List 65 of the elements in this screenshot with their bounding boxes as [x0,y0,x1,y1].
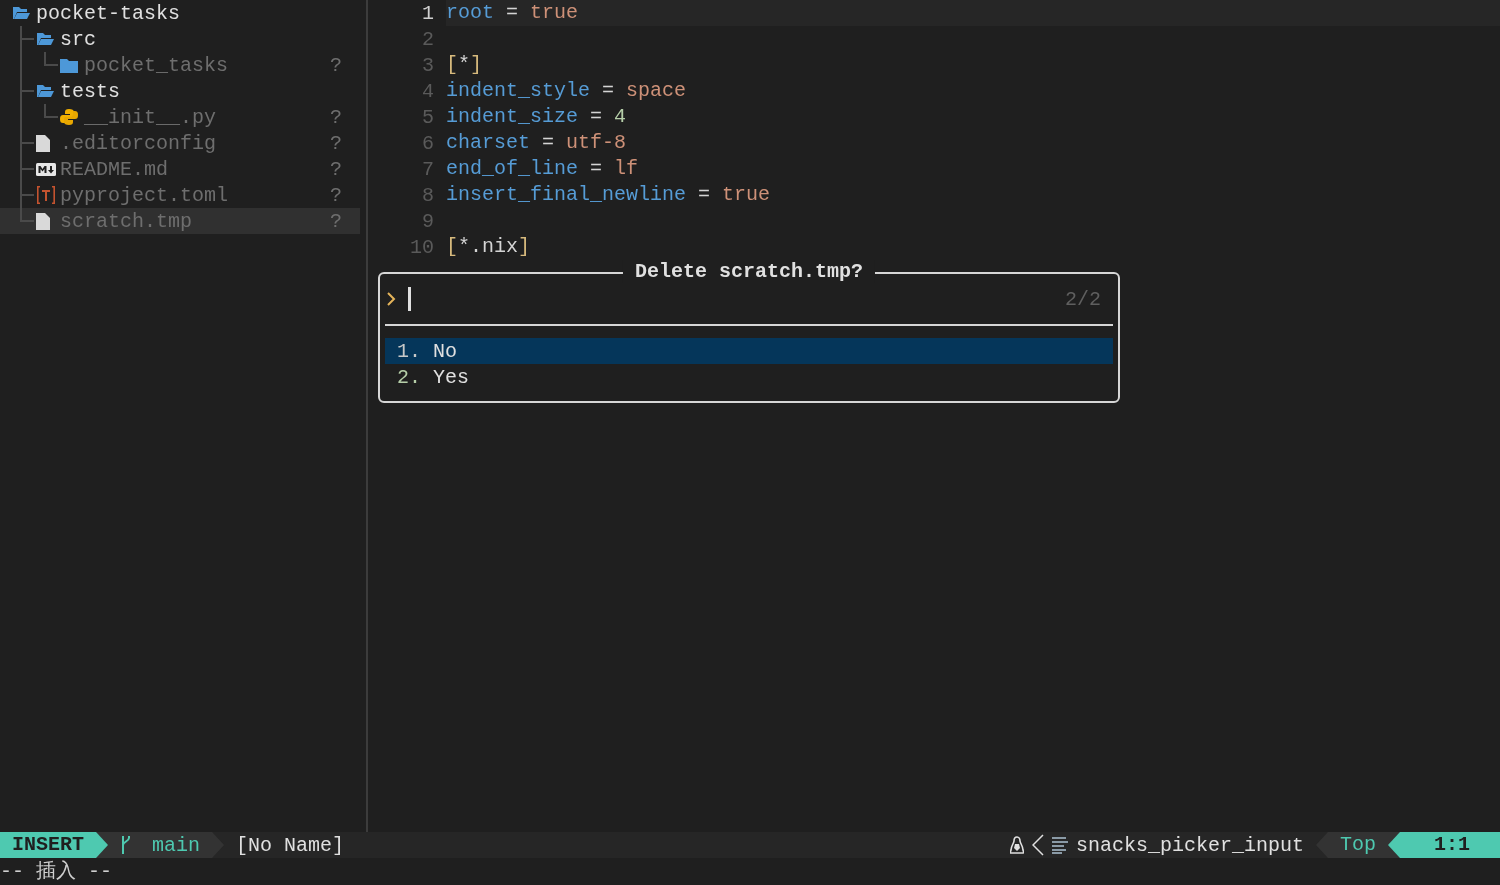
git-status: ? [330,157,342,181]
line-number: 1 [421,1,434,25]
text-lines-icon [1051,836,1068,854]
prompt-chevron-icon [387,292,396,306]
branch-name: main [152,833,201,857]
git-status: ? [330,53,342,77]
git-status: ? [330,105,342,129]
tree-row[interactable]: src [0,26,360,52]
tree-row[interactable]: README.md ? [0,156,360,182]
file-name: __init__.py [84,105,217,129]
mode-message: -- 插入 -- [0,860,112,883]
line-number: 2 [421,27,434,51]
code-line: [*] [446,52,484,78]
cursor-position: 1:1 [1388,832,1500,858]
markdown-icon [36,162,56,176]
git-status: ? [330,131,342,155]
file-name: scratch.tmp [60,209,193,233]
toml-icon [36,185,56,205]
option-item[interactable]: 2. Yes [385,364,1113,390]
file-name: tests [60,79,120,103]
option-label: Yes [433,365,470,389]
file-name: pyproject.toml [60,183,229,207]
file-type: snacks_picker_input [1075,833,1304,857]
line-number: 4 [421,79,434,103]
code-line: end_of_line = lf [446,156,640,182]
option-number: 1. [397,339,421,363]
option-item[interactable]: 1. No [385,338,1113,364]
file-icon [36,212,50,230]
line-number: 8 [421,183,434,207]
file-icon [36,134,50,152]
file-name: README.md [60,157,169,181]
separator-chevron-icon [1031,834,1044,856]
line-number: 10 [409,235,434,259]
penguin-icon [1009,836,1024,854]
tree-row[interactable]: pocket_tasks ? [0,52,360,78]
tree-row[interactable]: pocket-tasks [0,0,360,26]
file-name: .editorconfig [60,131,217,155]
file-name: pocket_tasks [84,53,229,77]
line-number: 9 [421,209,434,233]
file-name: src [60,27,96,51]
tree-row[interactable]: __init__.py ? [0,104,360,130]
code-line: charset = utf-8 [446,130,628,156]
line-number: 6 [421,131,434,155]
match-count: 2/2 [1065,287,1101,311]
git-status: ? [330,183,342,207]
dialog-title: Delete scratch.tmp? [623,260,875,283]
line-number: 7 [421,157,434,181]
option-number: 2. [397,365,421,389]
code-line: insert_final_newline = true [446,182,772,208]
line-number: 3 [421,53,434,77]
tree-row[interactable]: tests [0,78,360,104]
line-number: 5 [421,105,434,129]
tree-row[interactable]: scratch.tmp ? [0,208,360,234]
buffer-name: [No Name] [236,833,345,857]
code-line: indent_style = space [446,78,688,104]
file-name: pocket-tasks [36,1,181,25]
tree-row[interactable]: pyproject.toml ? [0,182,360,208]
git-status: ? [330,209,342,233]
python-icon [60,108,78,126]
tree-row[interactable]: .editorconfig ? [0,130,360,156]
mode-indicator: INSERT [0,832,108,858]
option-label: No [433,339,458,363]
code-line: [*.nix] [446,234,532,260]
git-branch-icon [120,835,132,855]
code-line: indent_size = 4 [446,104,628,130]
